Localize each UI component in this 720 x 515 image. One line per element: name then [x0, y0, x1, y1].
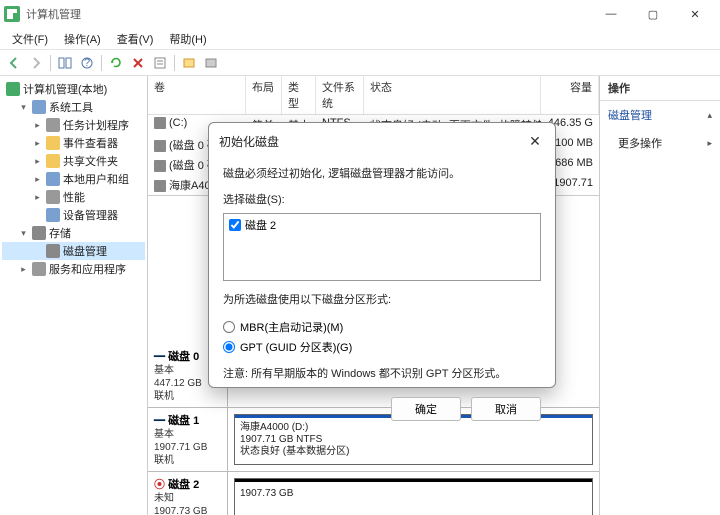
- menubar: 文件(F) 操作(A) 查看(V) 帮助(H): [0, 28, 720, 50]
- expand-icon[interactable]: ▸: [32, 120, 43, 131]
- gpt-radio[interactable]: [223, 341, 235, 353]
- toolbar: ?: [0, 50, 720, 76]
- tree-disk-management[interactable]: 磁盘管理: [2, 242, 145, 260]
- properties-button[interactable]: [150, 53, 170, 73]
- tree-system-tools[interactable]: ▾系统工具: [2, 98, 145, 116]
- actions-disk-mgmt[interactable]: 磁盘管理▴: [600, 101, 720, 129]
- dialog-note: 注意: 所有早期版本的 Windows 都不识别 GPT 分区形式。: [223, 365, 541, 381]
- tree-event-viewer[interactable]: ▸事件查看器: [2, 134, 145, 152]
- navigation-tree: 计算机管理(本地) ▾系统工具 ▸任务计划程序 ▸事件查看器 ▸共享文件夹 ▸本…: [0, 76, 148, 515]
- expand-icon[interactable]: ▸: [18, 264, 29, 275]
- disk-icon: [46, 244, 60, 258]
- computer-icon: [6, 82, 20, 96]
- menu-action[interactable]: 操作(A): [56, 29, 109, 49]
- menu-help[interactable]: 帮助(H): [161, 29, 214, 49]
- back-button[interactable]: [4, 53, 24, 73]
- disk-list[interactable]: 磁盘 2: [223, 213, 541, 281]
- view-details-button[interactable]: [201, 53, 221, 73]
- expand-icon[interactable]: ▸: [32, 192, 43, 203]
- col-filesystem[interactable]: 文件系统: [316, 76, 364, 114]
- actions-title: 操作: [600, 76, 720, 101]
- menu-file[interactable]: 文件(F): [4, 29, 56, 49]
- app-icon: [4, 6, 20, 22]
- tree-task-scheduler[interactable]: ▸任务计划程序: [2, 116, 145, 134]
- menu-view[interactable]: 查看(V): [109, 29, 162, 49]
- col-volume[interactable]: 卷: [148, 76, 246, 114]
- services-icon: [32, 262, 46, 276]
- select-disk-label: 选择磁盘(S):: [223, 191, 541, 207]
- disk-row-2[interactable]: ⦿ 磁盘 2 未知 1907.73 GB 1907.73 GB: [148, 472, 599, 515]
- actions-pane: 操作 磁盘管理▴ 更多操作▸: [600, 76, 720, 515]
- tree-device-manager[interactable]: 设备管理器: [2, 206, 145, 224]
- svg-text:?: ?: [84, 57, 90, 69]
- volume-icon: [154, 160, 166, 172]
- initialize-disk-dialog: 初始化磁盘 ✕ 磁盘必须经过初始化, 逻辑磁盘管理器才能访问。 选择磁盘(S):…: [208, 122, 556, 388]
- folder-icon: [46, 154, 60, 168]
- dialog-message: 磁盘必须经过初始化, 逻辑磁盘管理器才能访问。: [223, 165, 541, 181]
- forward-button[interactable]: [26, 53, 46, 73]
- event-icon: [46, 136, 60, 150]
- disk-2-checkbox[interactable]: [229, 219, 241, 231]
- volume-table-header: 卷 布局 类型 文件系统 状态 容量: [148, 76, 599, 115]
- volume-icon: [154, 140, 166, 152]
- view-list-button[interactable]: [179, 53, 199, 73]
- help-button[interactable]: ?: [77, 53, 97, 73]
- chevron-right-icon: ▸: [707, 138, 712, 149]
- col-layout[interactable]: 布局: [246, 76, 282, 114]
- mbr-radio[interactable]: [223, 321, 235, 333]
- tree-services[interactable]: ▸服务和应用程序: [2, 260, 145, 278]
- collapse-icon[interactable]: ▾: [18, 102, 29, 113]
- partition-style-label: 为所选磁盘使用以下磁盘分区形式:: [223, 291, 541, 307]
- device-icon: [46, 208, 60, 222]
- disk-checkbox-item[interactable]: 磁盘 2: [229, 217, 535, 233]
- chevron-up-icon: ▴: [707, 110, 712, 121]
- tree-performance[interactable]: ▸性能: [2, 188, 145, 206]
- collapse-icon[interactable]: ▾: [18, 228, 29, 239]
- expand-icon[interactable]: ▸: [32, 174, 43, 185]
- performance-icon: [46, 190, 60, 204]
- tools-icon: [32, 100, 46, 114]
- ok-button[interactable]: 确定: [391, 397, 461, 421]
- partition-unallocated[interactable]: 1907.73 GB: [234, 478, 593, 515]
- tree-local-users[interactable]: ▸本地用户和组: [2, 170, 145, 188]
- refresh-button[interactable]: [106, 53, 126, 73]
- mbr-radio-item[interactable]: MBR(主启动记录)(M): [223, 317, 541, 337]
- expand-icon[interactable]: ▸: [32, 156, 43, 167]
- gpt-radio-item[interactable]: GPT (GUID 分区表)(G): [223, 337, 541, 357]
- col-status[interactable]: 状态: [364, 76, 541, 114]
- users-icon: [46, 172, 60, 186]
- dialog-close-button[interactable]: ✕: [525, 131, 545, 151]
- cancel-button[interactable]: 取消: [471, 397, 541, 421]
- tree-storage[interactable]: ▾存储: [2, 224, 145, 242]
- volume-icon: [154, 180, 166, 192]
- dialog-title: 初始化磁盘: [219, 133, 525, 150]
- show-hide-tree-button[interactable]: [55, 53, 75, 73]
- window-title: 计算机管理: [26, 6, 590, 22]
- actions-more[interactable]: 更多操作▸: [600, 129, 720, 157]
- tree-shared-folders[interactable]: ▸共享文件夹: [2, 152, 145, 170]
- disk-info: ⦿ 磁盘 2 未知 1907.73 GB: [148, 472, 228, 515]
- col-capacity[interactable]: 容量: [541, 76, 599, 114]
- col-type[interactable]: 类型: [282, 76, 316, 114]
- tree-root[interactable]: 计算机管理(本地): [2, 80, 145, 98]
- close-button[interactable]: ✕: [674, 1, 716, 27]
- minimize-button[interactable]: ―: [590, 1, 632, 27]
- titlebar: 计算机管理 ― ▢ ✕: [0, 0, 720, 28]
- delete-button[interactable]: [128, 53, 148, 73]
- maximize-button[interactable]: ▢: [632, 1, 674, 27]
- clock-icon: [46, 118, 60, 132]
- volume-icon: [154, 117, 166, 129]
- storage-icon: [32, 226, 46, 240]
- expand-icon[interactable]: ▸: [32, 138, 43, 149]
